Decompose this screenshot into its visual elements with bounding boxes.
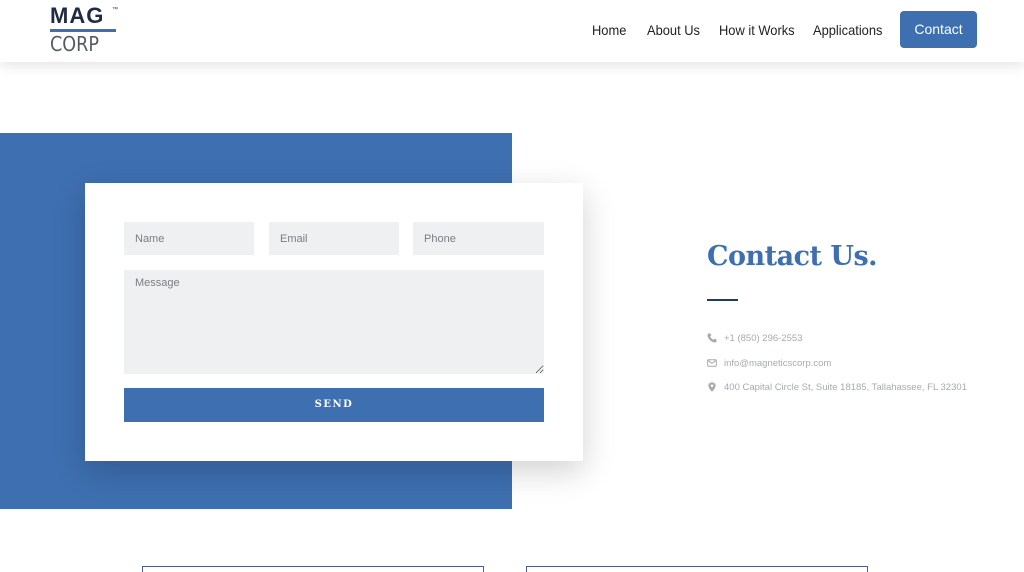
envelope-icon [707, 355, 717, 373]
nav-about-us[interactable]: About Us [647, 20, 700, 40]
logo-trademark: ™ [112, 7, 118, 13]
email-input[interactable] [269, 222, 399, 255]
email-address[interactable]: info@magneticscorp.com [724, 357, 831, 371]
nav-applications[interactable]: Applications [813, 20, 882, 40]
heading-underline [707, 299, 738, 301]
nav-contact-button[interactable]: Contact [900, 11, 977, 48]
contact-form-card: SEND [85, 183, 583, 461]
contact-us-heading: Contact Us. [707, 241, 878, 272]
logo-mag-text: MAG [50, 3, 105, 28]
street-address: 400 Capital Circle St, Suite 18185, Tall… [724, 382, 967, 393]
name-input[interactable] [124, 222, 254, 255]
bottom-card-left [142, 566, 484, 572]
phone-input[interactable] [413, 222, 544, 255]
site-header: MAG ™ CORP Home About Us How it Works Ap… [0, 0, 1024, 62]
nav-home[interactable]: Home [592, 20, 626, 40]
message-textarea[interactable] [124, 270, 544, 374]
email-row: info@magneticscorp.com [707, 355, 831, 373]
phone-icon [707, 330, 717, 348]
bottom-card-right [526, 566, 868, 572]
nav-how-it-works[interactable]: How it Works [719, 20, 795, 40]
map-pin-icon [707, 379, 717, 397]
logo-corp-text: CORP [50, 32, 99, 56]
phone-row: +1 (850) 296-2553 [707, 330, 802, 348]
magcorp-logo[interactable]: MAG ™ CORP [50, 4, 120, 56]
send-button[interactable]: SEND [124, 388, 544, 422]
phone-number[interactable]: +1 (850) 296-2553 [724, 332, 802, 346]
address-row: 400 Capital Circle St, Suite 18185, Tall… [707, 379, 967, 397]
